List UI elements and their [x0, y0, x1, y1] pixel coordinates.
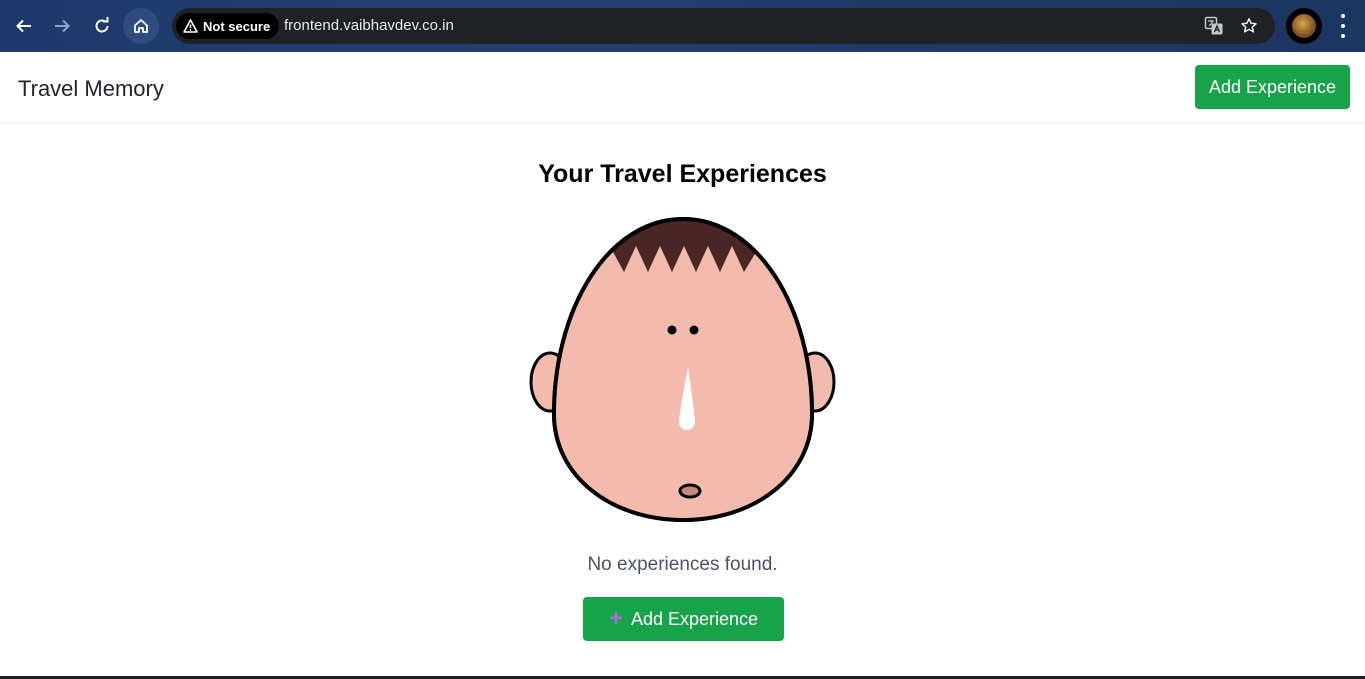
- header-add-experience-button[interactable]: Add Experience: [1195, 65, 1350, 109]
- forward-arrow-icon: [55, 19, 70, 33]
- face: [555, 246, 811, 519]
- back-arrow-icon: [16, 19, 31, 33]
- more-vert-icon[interactable]: [1333, 14, 1353, 38]
- plus-icon: +: [608, 605, 623, 632]
- mouth: [678, 483, 702, 499]
- app-header: Travel Memory Add Experience: [0, 52, 1365, 124]
- translate-button[interactable]: [1204, 16, 1224, 36]
- security-chip[interactable]: Not secure: [176, 13, 280, 39]
- page-title: Your Travel Experiences: [538, 160, 827, 188]
- warning-icon: [183, 19, 198, 33]
- add-experience-button[interactable]: + Add Experience: [583, 597, 784, 641]
- home-button[interactable]: [123, 8, 159, 44]
- translate-icon: [1204, 16, 1223, 35]
- empty-state-message: No experiences found.: [587, 554, 778, 575]
- reload-icon: [95, 17, 109, 33]
- left-eye: [667, 325, 677, 335]
- forward-button[interactable]: [44, 8, 80, 44]
- address-bar[interactable]: Not secure frontend.vaibhavdev.co.in: [172, 8, 1275, 44]
- right-eye: [689, 325, 699, 335]
- profile-avatar[interactable]: [1286, 8, 1322, 44]
- security-label: Not secure: [203, 18, 271, 34]
- back-button[interactable]: [6, 8, 42, 44]
- avatar-image: [1292, 14, 1316, 38]
- add-experience-label: Add Experience: [630, 608, 759, 629]
- empty-state-face-illustration: [529, 216, 836, 523]
- home-icon: [134, 19, 148, 33]
- reload-button[interactable]: [84, 8, 120, 44]
- star-icon: [1241, 18, 1257, 33]
- bookmark-button[interactable]: [1239, 16, 1259, 36]
- browser-toolbar: Not secure frontend.vaibhavdev.co.in: [0, 0, 1365, 52]
- url-text[interactable]: frontend.vaibhavdev.co.in: [284, 17, 454, 34]
- brand-title[interactable]: Travel Memory: [18, 76, 164, 102]
